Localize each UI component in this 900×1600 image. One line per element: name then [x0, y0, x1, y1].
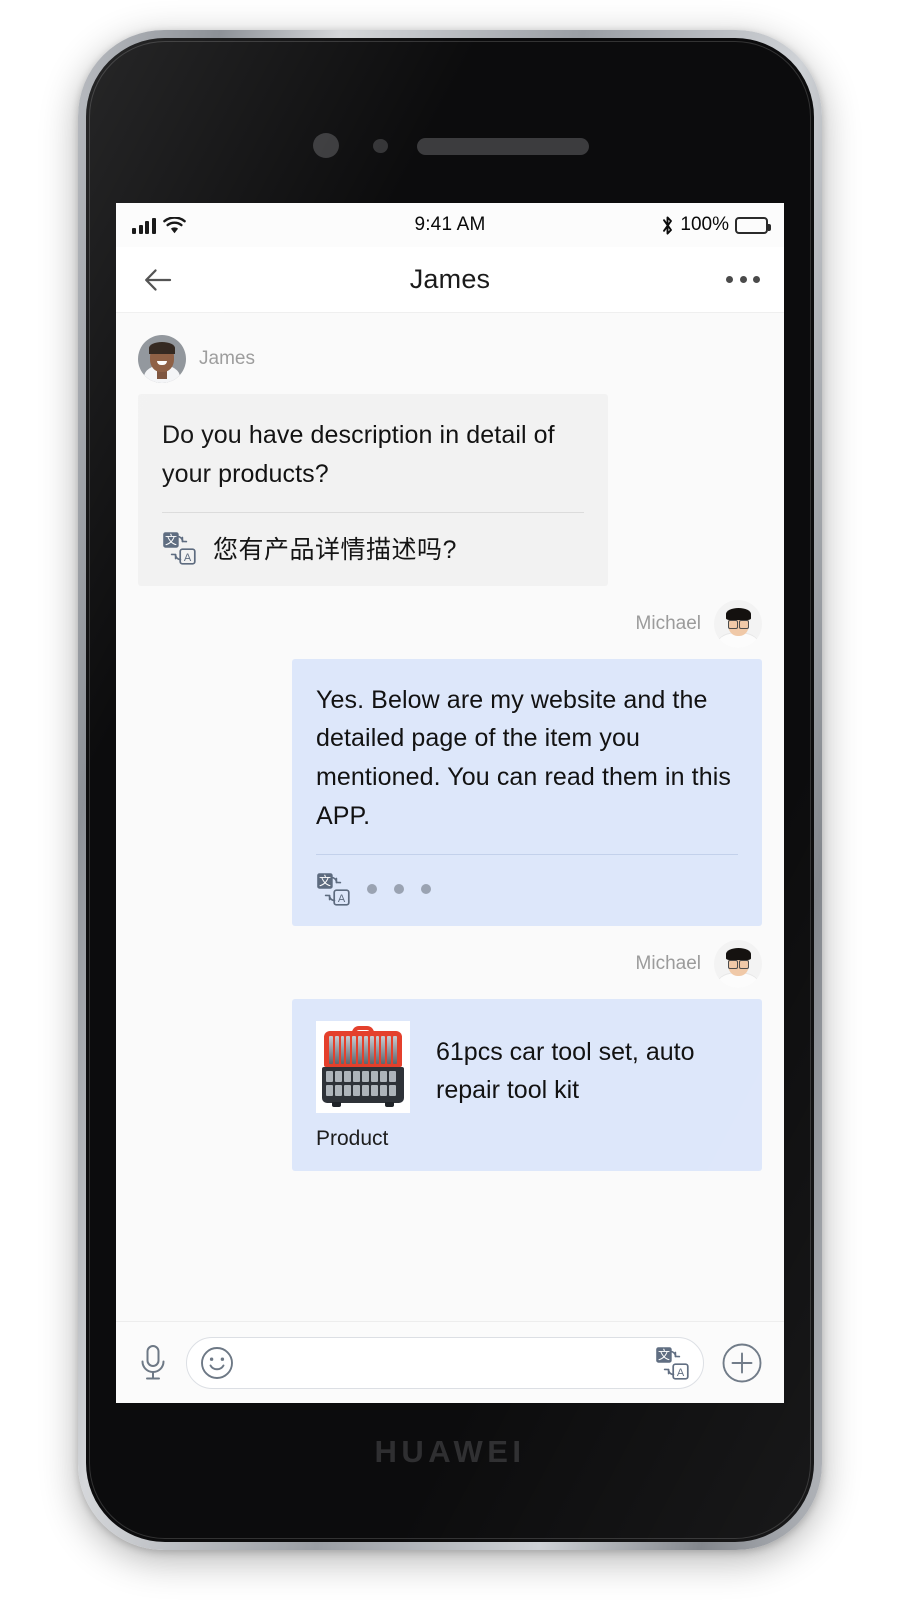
back-button[interactable]	[138, 260, 178, 300]
svg-text:A: A	[677, 1367, 685, 1379]
proximity-sensor-icon	[373, 139, 388, 153]
product-type-label: Product	[316, 1126, 389, 1150]
message-translation: 您有产品详情描述吗?	[213, 535, 457, 564]
message-text: Yes. Below are my website and the detail…	[316, 685, 731, 830]
bubble-divider	[316, 853, 738, 855]
avatar[interactable]	[138, 335, 186, 383]
phone-body: 9:41 AM 100% James James Do you have des…	[86, 38, 814, 1542]
smiley-face-icon[interactable]	[199, 1345, 235, 1381]
message-item: James Do you have description in detail …	[138, 335, 762, 586]
message-bubble[interactable]: Yes. Below are my website and the detail…	[292, 658, 762, 926]
more-options-button[interactable]	[724, 266, 762, 293]
avatar[interactable]	[714, 939, 762, 988]
message-item: Michael Product 61pcs car tool set, auto…	[138, 939, 762, 1171]
screenshot-stage: 9:41 AM 100% James James Do you have des…	[0, 0, 900, 1600]
message-input-bar: 文 A	[116, 1321, 784, 1403]
message-text: Do you have description in detail of you…	[162, 421, 555, 488]
message-list[interactable]: James Do you have description in detail …	[116, 313, 784, 1321]
svg-text:A: A	[338, 893, 346, 905]
message-text-input[interactable]	[245, 1351, 645, 1374]
translate-icon[interactable]: 文 A	[316, 872, 350, 906]
message-sender-name: Michael	[635, 952, 701, 974]
svg-text:文: 文	[165, 532, 177, 547]
more-options-icon	[726, 276, 733, 283]
translate-icon[interactable]: 文 A	[162, 531, 196, 565]
device-brand-label: HUAWEI	[374, 1434, 526, 1469]
message-meta: Michael	[635, 599, 762, 648]
translation-row: 文 A 您有产品详情描述吗?	[162, 530, 584, 566]
translation-loading-dots	[367, 883, 431, 894]
translation-loading-row: 文 A	[316, 872, 738, 906]
phone-device-frame: 9:41 AM 100% James James Do you have des…	[78, 30, 822, 1550]
voice-record-button[interactable]	[136, 1343, 170, 1383]
chat-header: James	[116, 247, 784, 313]
bubble-divider	[162, 511, 584, 513]
back-arrow-icon	[145, 268, 172, 291]
svg-text:文: 文	[658, 1347, 670, 1362]
svg-text:A: A	[184, 552, 192, 564]
message-input-field[interactable]: 文 A	[186, 1336, 704, 1389]
battery-full-icon	[735, 216, 771, 234]
message-bubble[interactable]: Do you have description in detail of you…	[138, 394, 608, 586]
red-tool-case-image	[316, 1020, 410, 1113]
message-meta: Michael	[635, 939, 762, 988]
product-image-block: Product	[316, 1020, 410, 1151]
message-sender-name: Michael	[635, 612, 701, 634]
front-camera-icon	[313, 133, 339, 158]
add-attachment-button[interactable]	[720, 1341, 764, 1385]
svg-text:文: 文	[319, 873, 331, 888]
status-bar-clock: 9:41 AM	[414, 214, 486, 235]
plus-circle-icon	[722, 1343, 762, 1382]
message-meta: James	[138, 335, 762, 383]
message-sender-name: James	[199, 348, 255, 369]
product-title: 61pcs car tool set, auto repair tool kit	[436, 1037, 695, 1105]
phone-screen: 9:41 AM 100% James James Do you have des…	[116, 203, 784, 1403]
microphone-icon	[141, 1344, 165, 1379]
avatar[interactable]	[714, 599, 762, 648]
product-card-bubble[interactable]: Product 61pcs car tool set, auto repair …	[292, 998, 762, 1171]
status-bar: 9:41 AM 100%	[116, 203, 784, 247]
page-title: James	[409, 264, 491, 294]
translate-icon[interactable]: 文 A	[655, 1346, 689, 1380]
earpiece-speaker	[417, 138, 589, 155]
phone-sensor-row	[86, 130, 814, 158]
product-card[interactable]: Product 61pcs car tool set, auto repair …	[316, 1020, 738, 1151]
message-item: Michael Yes. Below are my website and th…	[138, 599, 762, 926]
